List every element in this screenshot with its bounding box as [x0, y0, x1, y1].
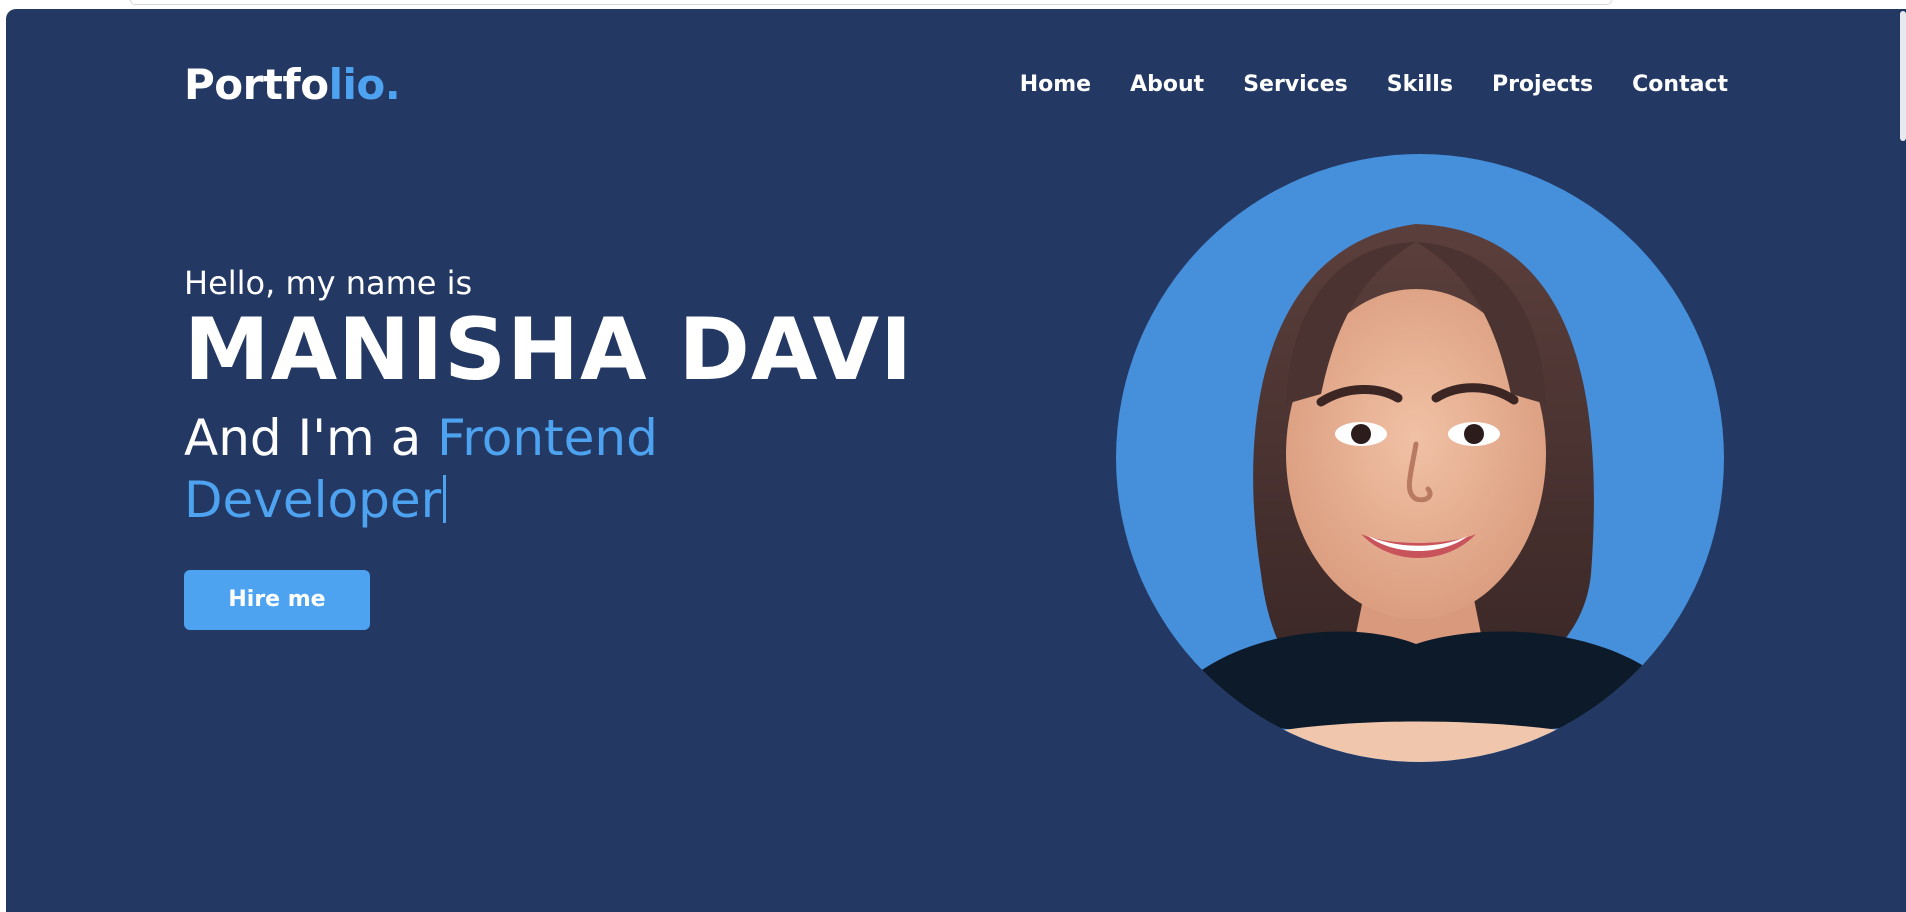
portfolio-page: Portfolio. Home About Services Skills Pr…	[6, 9, 1906, 912]
nav-links: Home About Services Skills Projects Cont…	[1020, 72, 1728, 97]
hire-me-button[interactable]: Hire me	[184, 569, 370, 630]
nav-contact[interactable]: Contact	[1632, 72, 1728, 97]
role-prefix: And I'm a	[184, 408, 438, 467]
typing-caret	[443, 475, 447, 524]
hero-role-line: And I'm a Frontend Developer	[184, 407, 704, 532]
logo[interactable]: Portfolio.	[184, 59, 401, 109]
profile-photo	[1116, 154, 1724, 762]
scrollbar[interactable]	[1900, 9, 1906, 912]
nav-about[interactable]: About	[1130, 72, 1204, 97]
nav-home[interactable]: Home	[1020, 72, 1091, 97]
browser-top-strip	[130, 0, 1612, 5]
logo-accent: lio.	[328, 59, 401, 109]
nav-services[interactable]: Services	[1243, 72, 1348, 97]
logo-main: Portfo	[184, 59, 329, 109]
scroll-thumb[interactable]	[1900, 11, 1906, 141]
hero-greeting: Hello, my name is	[184, 264, 473, 302]
navbar: Portfolio. Home About Services Skills Pr…	[184, 49, 1728, 119]
profile-illustration	[1176, 224, 1676, 762]
nav-projects[interactable]: Projects	[1492, 72, 1593, 97]
hero-text: Hello, my name is MANISHA DAVI And I'm a…	[184, 264, 964, 630]
nav-skills[interactable]: Skills	[1387, 72, 1453, 97]
hero-name: MANISHA DAVI	[184, 300, 914, 400]
